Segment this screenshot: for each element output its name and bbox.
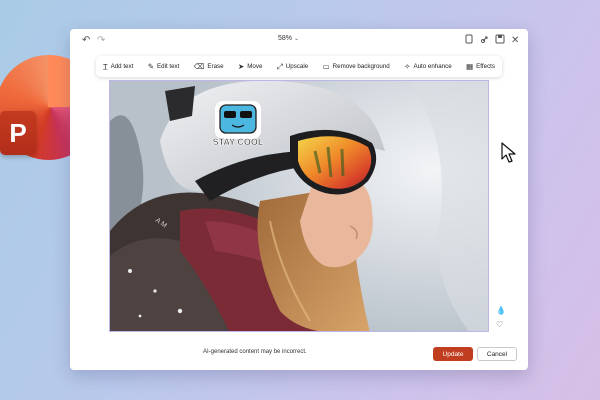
- title-bar: ↶ ↷ 58% ⌄ ✕: [70, 29, 528, 53]
- effects-icon: ▦: [466, 62, 474, 71]
- edit-toolbar: T̲ Add text ✎ Edit text ⌫ Erase ➤ Move ⤢…: [96, 56, 502, 77]
- redo-icon[interactable]: ↷: [97, 34, 105, 48]
- shape-icon[interactable]: ♡: [496, 320, 503, 329]
- zoom-level: 58%: [278, 35, 293, 42]
- image-canvas[interactable]: A M STAY COOL: [109, 80, 489, 332]
- copy-icon[interactable]: [465, 34, 473, 49]
- move-button[interactable]: ➤ Move: [238, 62, 262, 71]
- undo-icon[interactable]: ↶: [82, 34, 90, 48]
- upscale-icon: ⤢: [276, 61, 283, 71]
- move-icon: ➤: [237, 62, 245, 71]
- update-button[interactable]: Update: [433, 347, 473, 361]
- stay-cool-sticker[interactable]: STAY COOL: [212, 101, 264, 147]
- ai-disclaimer: AI-generated content may be incorrect.: [203, 349, 307, 355]
- add-text-icon: T̲: [103, 62, 108, 71]
- sparkle-icon: ✧: [404, 62, 411, 71]
- auto-enhance-button[interactable]: ✧ Auto enhance: [404, 62, 452, 71]
- edit-text-button[interactable]: ✎ Edit text: [148, 62, 180, 71]
- skier-photo: A M STAY COOL: [110, 81, 488, 331]
- edit-text-icon: ✎: [147, 62, 154, 71]
- cancel-button[interactable]: Cancel: [477, 347, 517, 361]
- mouse-cursor-icon: [501, 142, 516, 163]
- image-editor-window: ↶ ↷ 58% ⌄ ✕ T̲ Add text ✎ Edit text ⌫ Era…: [70, 29, 528, 370]
- water-drop-icon[interactable]: 💧: [496, 306, 506, 315]
- powerpoint-logo-letter: P: [0, 111, 36, 155]
- add-text-button[interactable]: T̲ Add text: [103, 62, 133, 71]
- erase-button[interactable]: ⌫ Erase: [194, 62, 224, 71]
- close-icon[interactable]: ✕: [511, 34, 519, 48]
- chevron-down-icon: ⌄: [294, 36, 300, 42]
- share-icon[interactable]: [480, 34, 490, 49]
- remove-background-icon: ▭: [322, 62, 330, 71]
- save-icon[interactable]: [495, 34, 505, 49]
- upscale-button[interactable]: ⤢ Upscale: [277, 62, 308, 72]
- sticker-text: STAY COOL: [213, 137, 264, 147]
- eraser-icon: ⌫: [193, 62, 205, 71]
- effects-button[interactable]: ▦ Effects: [466, 62, 495, 71]
- zoom-control[interactable]: 58% ⌄: [278, 35, 299, 42]
- remove-background-button[interactable]: ▭ Remove background: [323, 62, 390, 71]
